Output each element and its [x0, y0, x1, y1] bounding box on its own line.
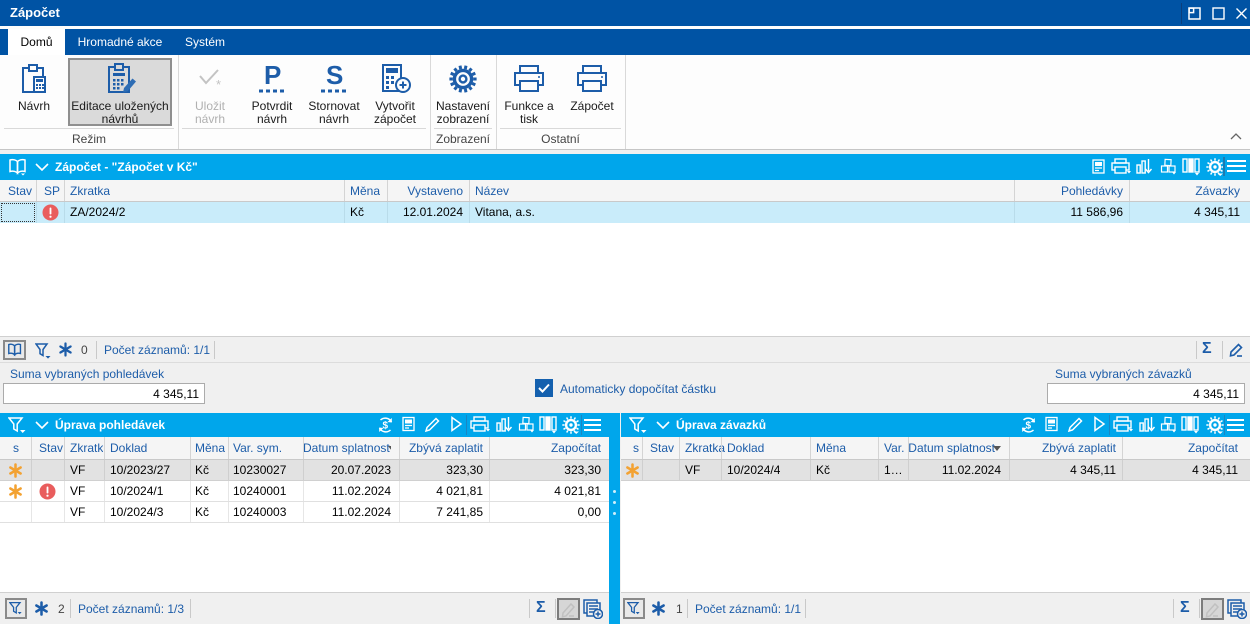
svg-text:S: S: [326, 62, 343, 90]
svg-text:*: *: [216, 77, 221, 91]
svg-text:$: $: [1026, 421, 1032, 432]
svg-text:P: P: [264, 62, 281, 90]
svg-text:$: $: [383, 421, 389, 432]
